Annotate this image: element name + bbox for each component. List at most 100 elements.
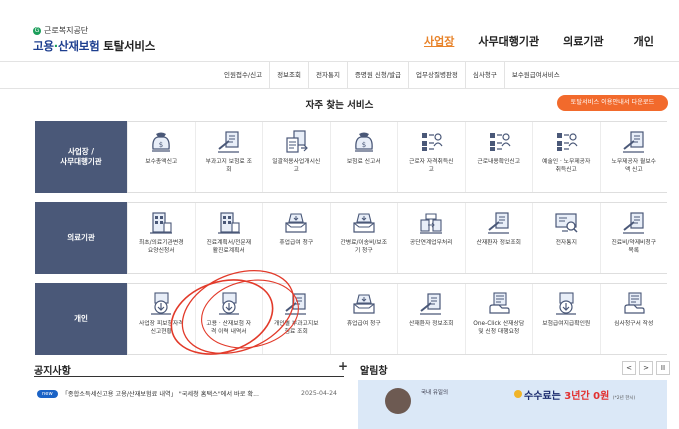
service-item-label: 근로자 자격취득신 고 [408, 159, 454, 173]
org-logo-icon: G [33, 26, 41, 35]
service-item[interactable]: 휴업급여 청구 [329, 284, 398, 354]
building-icon [147, 210, 175, 236]
document-download-icon [147, 291, 175, 317]
guide-download-button[interactable]: 토탈서비스 이용안내서 다운로드 [557, 95, 668, 111]
document-download-icon [552, 291, 580, 317]
service-item[interactable]: 사업장 피보험자격 신고현황 [127, 284, 195, 354]
service-row: 사업장 / 사무대행기관 $ 보수총액신고 부과고지 보험료 조 회 일괄적용사업개시신… [35, 121, 667, 193]
top-nav-medical[interactable]: 의료기관 [563, 33, 603, 49]
site-logo[interactable]: G 근로복지공단 고용·산재보험 토탈서비스 [33, 25, 155, 54]
service-item-label: 부과고지 보험료 조 회 [205, 159, 252, 173]
service-item[interactable]: 산재환자 정보조회 [397, 284, 465, 354]
document-pen-icon [620, 129, 648, 155]
service-item[interactable]: 진료계획서/전문재 활진료계획서 [194, 203, 263, 273]
notice-more-button[interactable]: + [338, 359, 348, 373]
service-item[interactable]: 노무제공자 월보수 액 신고 [599, 122, 668, 192]
service-item[interactable]: 근로내용확인신고 [464, 122, 533, 192]
service-item[interactable]: 부과고지 보험료 조 회 [194, 122, 263, 192]
service-item[interactable]: $ 보험료 신고서 [329, 122, 398, 192]
service-item[interactable]: 보험급여지급확인원 [532, 284, 600, 354]
service-item-label: 예술인 · 노무제공자 취득신고 [542, 159, 591, 173]
building-icon [215, 210, 243, 236]
org-name-row: G 근로복지공단 [33, 25, 155, 36]
sub-nav-item[interactable]: 인원접수/신고 [217, 62, 269, 88]
service-item[interactable]: 심사청구서 작성 [599, 284, 668, 354]
site-title: 고용·산재보험 토탈서비스 [33, 38, 155, 54]
top-nav-agency[interactable]: 사무대행기관 [478, 33, 539, 49]
service-item[interactable]: 근로자 자격취득신 고 [397, 122, 465, 192]
sub-nav-item[interactable]: 전자통지 [308, 62, 347, 88]
alarm-prev-button[interactable]: < [622, 361, 636, 375]
alarm-banner[interactable]: 국내 유일의 수수료는 3년간 0원 (*2년 한시) [358, 380, 667, 429]
notice-divider [34, 376, 344, 377]
service-item-label: 고용 · 산재보험 자 격 이력 내역서 [206, 321, 252, 335]
service-cells: $ 보수총액신고 부과고지 보험료 조 회 일괄적용사업개시신 고 $ 보험료 신고서 근로… [127, 121, 667, 193]
service-item[interactable]: One-Click 산재상담 및 신청 대행요청 [464, 284, 533, 354]
document-pen-icon [417, 291, 445, 317]
document-pen-icon [215, 129, 243, 155]
notice-date: 2025-04-24 [301, 390, 337, 397]
service-item[interactable]: 진료비/약제비청구 목록 [599, 203, 668, 273]
site-title-part1: 고용 [33, 39, 54, 53]
banner-headline-c: 0원 [593, 391, 610, 402]
monitor-search-icon [552, 210, 580, 236]
service-item-label: 산재환자 정보조회 [408, 321, 454, 327]
svg-text:$: $ [362, 141, 366, 149]
inbox-icon [350, 210, 378, 236]
banner-headline-a: 수수료는 [524, 391, 565, 402]
service-item[interactable]: 간병료/이송비/보조 기 청구 [329, 203, 398, 273]
site-title-part3: 토탈서비스 [99, 39, 156, 53]
service-item[interactable]: 전자통지 [532, 203, 600, 273]
service-item-label: 진료계획서/전문재 활진료계획서 [206, 240, 252, 254]
notice-item[interactable]: new 「종합소득세신고용 고용/산재보험료 내역」 "국세청 홈택스"에서 바… [37, 389, 337, 398]
banner-person-image [385, 388, 411, 414]
alarm-title: 알림창 [360, 366, 388, 377]
top-nav-personal[interactable]: 개인 [634, 33, 654, 49]
site-title-part2: 산재보험 [57, 39, 100, 53]
notice-text[interactable]: 「종합소득세신고용 고용/산재보험료 내역」 "국세청 홈택스"에서 바로 확.… [62, 389, 301, 398]
person-list-icon [485, 129, 513, 155]
service-row: 개인 사업장 피보험자격 신고현황 고용 · 산재보험 자 격 이력 내역서 개인별 … [35, 283, 667, 355]
sub-nav-item[interactable]: 정보조회 [269, 62, 308, 88]
sub-nav-item[interactable]: 심사청구 [464, 62, 504, 88]
service-item[interactable]: 최초/의료기관변경 요양신청서 [127, 203, 195, 273]
service-item-label: 전자통지 [555, 240, 577, 246]
service-item[interactable]: $ 보수총액신고 [127, 122, 195, 192]
service-item-label: 간병료/이송비/보조 기 청구 [340, 240, 388, 254]
top-nav-business[interactable]: 사업장 [424, 33, 454, 49]
sub-nav-item[interactable]: 업무상질병판정 [408, 62, 465, 88]
service-item[interactable]: 예술인 · 노무제공자 취득신고 [532, 122, 600, 192]
service-item-label: 보험급여지급확인원 [542, 321, 591, 327]
document-transfer-icon [282, 129, 310, 155]
service-item[interactable]: 일괄적용사업개시신 고 [262, 122, 330, 192]
person-list-icon [552, 129, 580, 155]
notice-title: 공지사항 [34, 366, 71, 377]
service-item[interactable]: 고용 · 산재보험 자 격 이력 내역서 [194, 284, 263, 354]
sub-nav-item[interactable]: 보수원급여서비스 [503, 62, 567, 88]
money-bag-icon: $ [350, 129, 378, 155]
alarm-pause-button[interactable]: II [656, 361, 670, 375]
service-item-label: 심사청구서 작성 [614, 321, 654, 327]
service-item-label: 휴업급여 청구 [346, 321, 381, 327]
alarm-next-button[interactable]: > [639, 361, 653, 375]
svg-text:$: $ [159, 141, 163, 149]
service-item-label: 근로내용확인신고 [477, 159, 521, 165]
service-grid: 사업장 / 사무대행기관 $ 보수총액신고 부과고지 보험료 조 회 일괄적용사업개시신… [35, 121, 667, 364]
service-item-label: 산재환자 정보조회 [476, 240, 521, 246]
banner-headline-note: (*2년 한시) [612, 396, 636, 401]
service-item-label: 공단연계업무처리 [409, 240, 453, 246]
service-item-label: 보수총액신고 [145, 159, 178, 165]
banner-headline: 수수료는 3년간 0원 (*2년 한시) [524, 387, 635, 402]
service-item[interactable]: 개인별 부과고지보 험료 조회 [262, 284, 330, 354]
service-item[interactable]: 공단연계업무처리 [397, 203, 465, 273]
new-badge: new [37, 389, 58, 398]
service-item[interactable]: 산재환자 정보조회 [464, 203, 533, 273]
money-bag-icon: $ [147, 129, 175, 155]
top-nav: 사업장 사무대행기관 의료기관 개인 [424, 33, 654, 49]
document-pen-icon [282, 291, 310, 317]
service-item[interactable]: 휴업급여 청구 [262, 203, 330, 273]
sub-nav-item[interactable]: 증명원 신청/발급 [346, 62, 408, 88]
row-label: 사업장 / 사무대행기관 [35, 121, 127, 193]
hand-document-icon [485, 291, 513, 317]
coin-icon [514, 390, 522, 398]
